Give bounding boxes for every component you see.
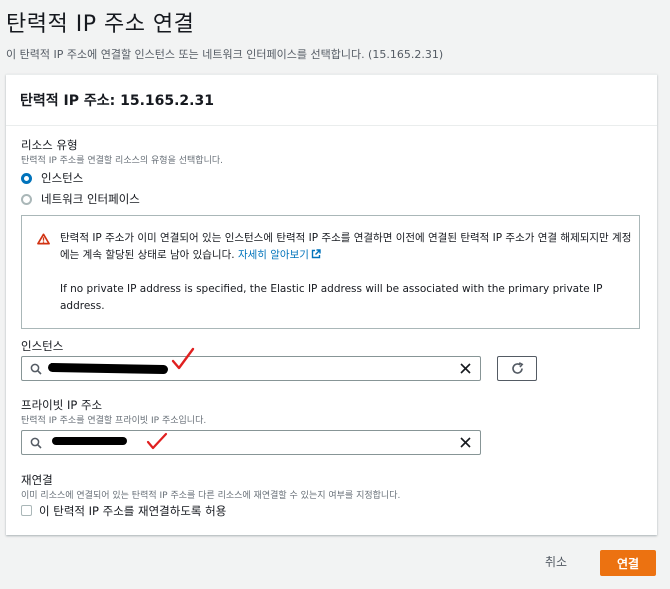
radio-label-network-interface: 네트워크 인터페이스 [41, 192, 140, 206]
radio-label-instance: 인스턴스 [41, 171, 84, 185]
learn-more-link[interactable]: 자세히 알아보기 [238, 249, 321, 261]
radio-button[interactable] [21, 193, 32, 205]
refresh-icon [512, 362, 524, 374]
panel-header: 탄력적 IP 주소: 15.165.2.31 [6, 75, 657, 126]
panel-title: 탄력적 IP 주소: 15.165.2.31 [20, 93, 214, 109]
reassociation-description: 이미 리소스에 연결되어 있는 탄력적 IP 주소를 다른 리소스에 재연결할 … [21, 491, 401, 501]
check-mark-annotation [146, 432, 168, 450]
radio-option-network-interface[interactable]: 네트워크 인터페이스 [21, 191, 140, 207]
associate-button[interactable]: 연결 [600, 550, 656, 576]
search-icon [30, 437, 42, 449]
alert-message: 탄력적 IP 주소가 이미 연결되어 있는 인스턴스에 탄력적 IP 주소를 연… [60, 230, 632, 264]
radio-button-checked[interactable] [21, 172, 32, 184]
alert-note: If no private IP address is specified, t… [60, 283, 603, 312]
clear-icon[interactable] [460, 363, 471, 374]
check-mark-annotation [171, 347, 195, 370]
private-ip-label: 프라이빗 IP 주소 [21, 398, 103, 412]
learn-more-label: 자세히 알아보기 [237, 249, 309, 261]
alert-text: 탄력적 IP 주소가 이미 연결되어 있는 인스턴스에 탄력적 IP 주소를 연… [60, 232, 632, 261]
external-link-icon [311, 249, 321, 259]
resource-type-description: 탄력적 IP 주소를 연결할 리소스의 유형을 선택합니다. [21, 156, 223, 166]
clear-icon[interactable] [460, 437, 471, 448]
redaction-mark [52, 437, 127, 445]
refresh-button[interactable] [497, 356, 537, 381]
associate-panel: 탄력적 IP 주소: 15.165.2.31 리소스 유형 탄력적 IP 주소를… [6, 74, 657, 535]
allow-reassociation-checkbox[interactable] [21, 505, 32, 516]
reassociation-label: 재연결 [21, 473, 53, 487]
cancel-button[interactable]: 취소 [545, 553, 567, 570]
warning-alert: 탄력적 IP 주소가 이미 연결되어 있는 인스턴스에 탄력적 IP 주소를 연… [21, 215, 640, 329]
page-title: 탄력적 IP 주소 연결 [6, 12, 195, 37]
page-description: 이 탄력적 IP 주소에 연결할 인스턴스 또는 네트워크 인터페이스를 선택합… [6, 48, 444, 61]
private-ip-description: 탄력적 IP 주소를 연결할 프라이빗 IP 주소입니다. [21, 416, 207, 426]
radio-option-instance[interactable]: 인스턴스 [21, 170, 83, 186]
allow-reassociation-label: 이 탄력적 IP 주소를 재연결하도록 허용 [39, 504, 227, 518]
search-icon [30, 363, 42, 375]
warning-icon [37, 233, 50, 245]
resource-type-label: 리소스 유형 [21, 138, 78, 152]
instance-label: 인스턴스 [21, 339, 64, 353]
